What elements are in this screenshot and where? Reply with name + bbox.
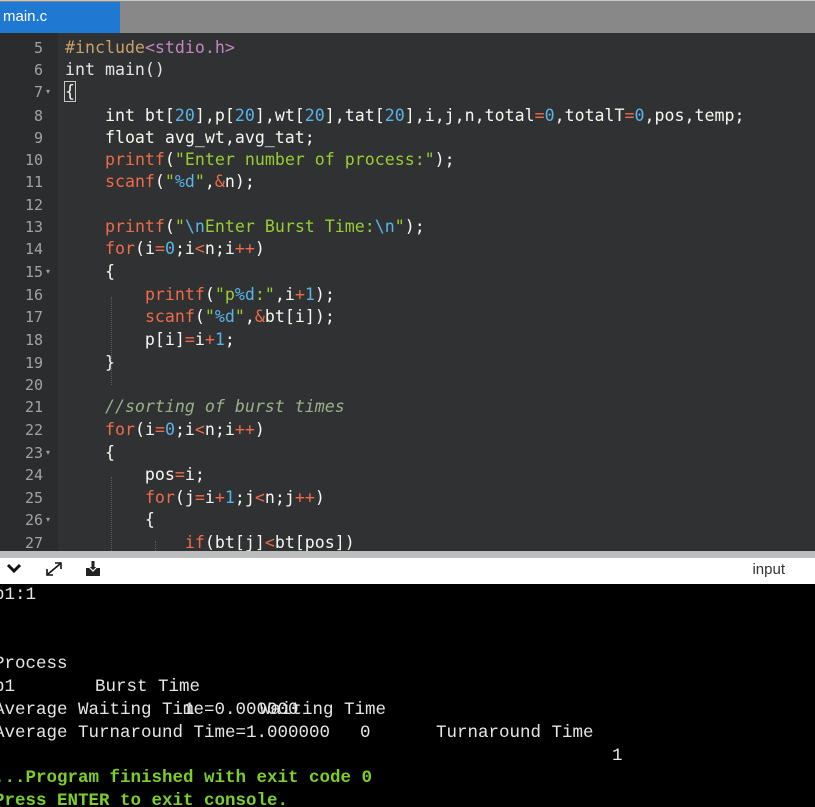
gutter-line: 26 ▾ [0, 509, 815, 531]
cell-turnaround-time: 1 [612, 746, 623, 766]
gutter-line: 20 [0, 374, 815, 396]
line-number: 14 [24, 240, 43, 258]
line-number: 25 [24, 489, 43, 507]
line-number: 6 [33, 61, 43, 79]
gutter-line: 9 [0, 127, 815, 149]
gutter-line: 17 [0, 306, 815, 328]
tab-main-c[interactable]: main.c [0, 2, 120, 33]
gutter-line: 11 [0, 171, 815, 193]
fold-arrow-icon[interactable]: ▾ [46, 86, 50, 98]
average-waiting-time: Average Waiting Time=0.000000 [0, 700, 299, 720]
gutter-line: 16 [0, 284, 815, 306]
fold-arrow-icon[interactable]: ▾ [46, 514, 50, 526]
line-number: 21 [24, 398, 43, 416]
gutter-line: 24 [0, 464, 815, 486]
line-number: 8 [33, 107, 43, 125]
gutter-line: 8 [0, 105, 815, 127]
console-output[interactable]: p1:1 Process Burst Time Waiting Time Tur… [0, 584, 815, 807]
line-number: 27 [24, 534, 43, 551]
gutter-line: 15 ▾ [0, 261, 815, 283]
input-label[interactable]: input [752, 561, 785, 578]
line-number: 22 [24, 421, 43, 439]
expand-arrows-icon[interactable] [44, 560, 64, 583]
line-number: 26 [24, 511, 43, 529]
line-number: 24 [24, 466, 43, 484]
console-prompt-line: p1:1 [0, 585, 37, 605]
line-number: 17 [24, 308, 43, 326]
header-burst-time: Burst Time [95, 677, 201, 697]
line-number: 10 [24, 151, 43, 169]
line-number: 15 [24, 263, 43, 281]
fold-arrow-icon[interactable]: ▾ [46, 447, 50, 459]
chevron-down-icon[interactable] [6, 561, 22, 580]
cell-waiting-time: 0 [360, 723, 371, 743]
line-number: 12 [24, 196, 43, 214]
table-header: Process Burst Time Waiting Time Turnarou… [0, 630, 694, 743]
line-number: 5 [33, 39, 43, 57]
gutter-line: 13 [0, 216, 815, 238]
gutter-line: 18 [0, 329, 815, 351]
table-row: p1 1 0 1 [0, 653, 694, 766]
line-number: 13 [24, 218, 43, 236]
gutter-line: 7 ▾ [0, 81, 815, 103]
line-number: 7 [33, 83, 43, 101]
average-turnaround-time: Average Turnaround Time=1.000000 [0, 723, 331, 743]
console-toolbar: input [0, 551, 815, 584]
download-icon[interactable] [84, 560, 102, 583]
cell-process: p1 [0, 677, 16, 697]
gutter-line: 22 [0, 419, 815, 441]
line-number: 23 [24, 444, 43, 462]
header-turnaround-time: Turnaround Time [436, 723, 594, 743]
line-number: 18 [24, 331, 43, 349]
code-editor[interactable]: #include<stdio.h> int main() { int bt[20… [0, 33, 815, 551]
gutter-line: 10 [0, 149, 815, 171]
gutter-line: 23 ▾ [0, 442, 815, 464]
fold-arrow-icon[interactable]: ▾ [46, 266, 50, 278]
program-finished-message: ...Program finished with exit code 0 [0, 768, 373, 788]
line-number: 19 [24, 354, 43, 372]
line-number: 9 [33, 129, 43, 147]
gutter-line: 27 [0, 532, 815, 551]
line-number: 16 [24, 286, 43, 304]
gutter-line: 5 [0, 37, 815, 59]
press-enter-message: Press ENTER to exit console. [0, 791, 289, 807]
gutter-line: 6 [0, 59, 815, 81]
gutter-line: 12 [0, 194, 815, 216]
tab-bar: main.c [0, 0, 815, 33]
gutter-line: 14 [0, 238, 815, 260]
line-number: 11 [24, 173, 43, 191]
gutter-line: 21 [0, 396, 815, 418]
gutter-line: 25 [0, 487, 815, 509]
line-number: 20 [24, 376, 43, 394]
gutter-line: 19 [0, 352, 815, 374]
